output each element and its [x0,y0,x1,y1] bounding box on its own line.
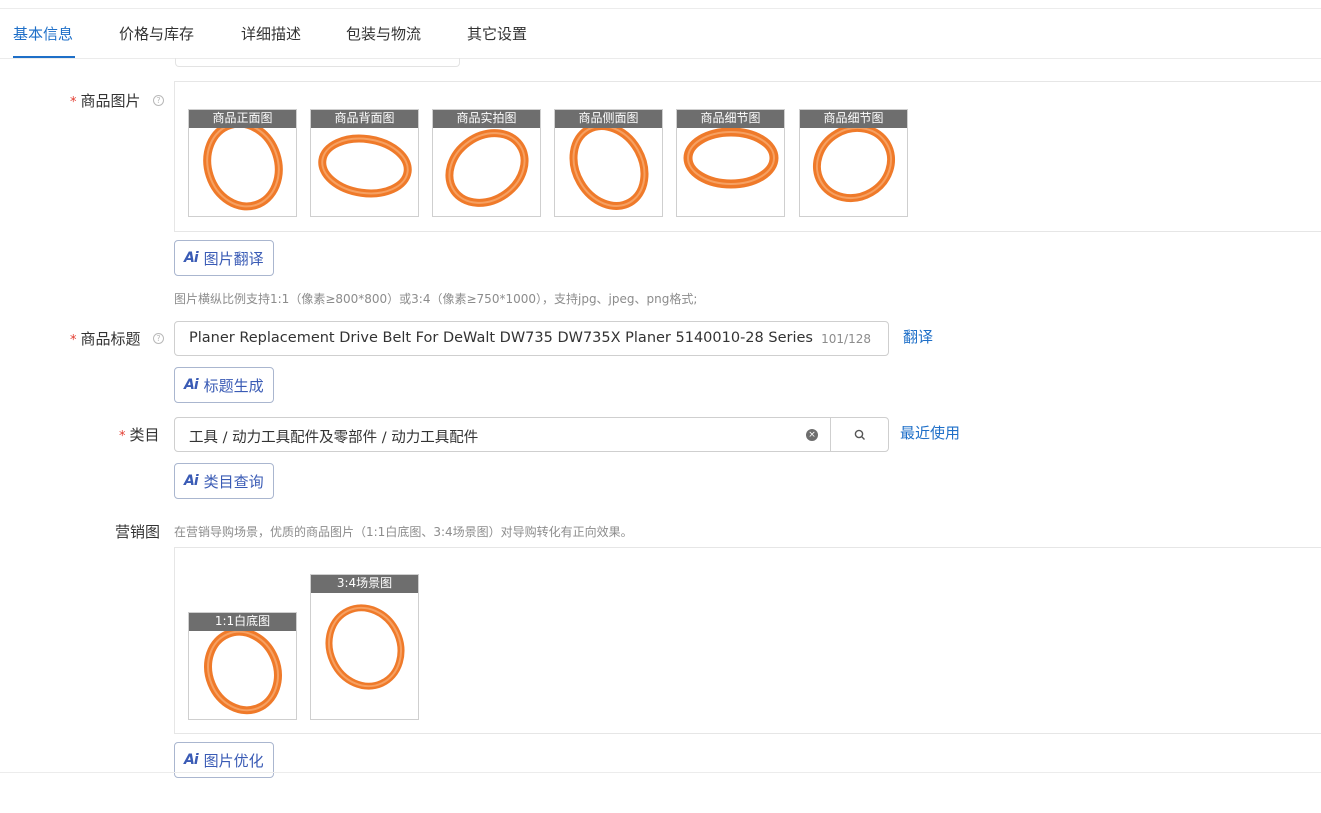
recent-used-link[interactable]: 最近使用 [900,422,960,443]
ai-icon: Ai [184,473,199,489]
thumb-label: 商品细节图 [800,110,907,128]
marketing-image-thumb[interactable]: 1:1白底图 [188,612,297,720]
required-mark: * [119,429,126,444]
product-title-value: Planer Replacement Drive Belt For DeWalt… [189,330,814,346]
thumb-label: 3:4场景图 [311,575,418,593]
category-label: * 类目 [119,424,160,445]
thumb-label: 商品实拍图 [433,110,540,128]
product-image-thumb[interactable]: 商品细节图 [799,109,908,217]
marketing-images-hint: 在营销导购场景，优质的商品图片（1:1白底图、3:4场景图）对导购转化有正向效果… [174,525,633,539]
title-generate-label: 标题生成 [203,376,264,395]
required-mark: * [70,95,77,110]
marketing-images-panel: 1:1白底图 3:4场景图 [174,547,1321,734]
thumb-label: 商品侧面图 [555,110,662,128]
clear-icon[interactable]: × [806,429,818,441]
category-label-text: 类目 [129,426,160,444]
help-icon[interactable]: ? [153,95,164,106]
image-translate-label: 图片翻译 [203,249,264,268]
tab-price-stock[interactable]: 价格与库存 [119,23,194,44]
category-search-button[interactable] [830,418,889,451]
previous-field-edge [175,58,460,67]
image-translate-button[interactable]: Ai 图片翻译 [174,240,274,276]
marketing-images-label: 营销图 [115,523,161,541]
title-char-counter: 101/128 [821,332,871,346]
ai-icon: Ai [184,377,199,393]
belt-image [325,604,405,690]
help-icon[interactable]: ? [153,333,164,344]
ai-icon: Ai [184,250,199,266]
product-image-thumb[interactable]: 商品实拍图 [432,109,541,217]
required-mark: * [70,333,77,348]
product-title-input[interactable]: Planer Replacement Drive Belt For DeWalt… [174,321,889,356]
tab-basic-info[interactable]: 基本信息 [13,23,73,44]
thumb-label: 商品背面图 [311,110,418,128]
category-value: 工具 / 动力工具配件及零部件 / 动力工具配件 [189,430,479,446]
marketing-image-thumb[interactable]: 3:4场景图 [310,574,419,720]
category-query-button[interactable]: Ai 类目查询 [174,463,274,499]
product-title-label: * 商品标题 [70,328,141,349]
product-image-thumb[interactable]: 商品细节图 [676,109,785,217]
product-image-thumb[interactable]: 商品侧面图 [554,109,663,217]
product-image-thumb[interactable]: 商品背面图 [310,109,419,217]
product-images-label-text: 商品图片 [80,92,141,110]
image-size-hint: 图片横纵比例支持1:1（像素≥800*800）或3:4（像素≥750*1000）… [174,292,698,306]
thumb-label: 商品细节图 [677,110,784,128]
translate-link[interactable]: 翻译 [903,326,933,347]
tab-description[interactable]: 详细描述 [241,23,301,44]
product-image-thumb[interactable]: 商品正面图 [188,109,297,217]
tab-bar: 基本信息 价格与库存 详细描述 包装与物流 其它设置 [0,9,1321,59]
image-optimize-label: 图片优化 [203,751,264,770]
product-title-label-text: 商品标题 [80,330,141,348]
search-icon [854,429,865,440]
tab-other-settings[interactable]: 其它设置 [467,23,527,44]
bottom-divider [0,772,1321,773]
active-tab-indicator [13,56,75,58]
product-images-label: * 商品图片 [70,90,141,111]
thumb-label: 1:1白底图 [189,613,296,631]
category-select[interactable]: 工具 / 动力工具配件及零部件 / 动力工具配件 × [174,417,889,452]
ai-icon: Ai [184,752,199,768]
thumb-label: 商品正面图 [189,110,296,128]
product-images-panel: 商品正面图 商品背面图 商品实拍图 商品侧面图 商品细节图 商品细节图 [174,81,1321,232]
category-query-label: 类目查询 [203,472,264,491]
tab-packaging-logistics[interactable]: 包装与物流 [346,23,421,44]
title-generate-button[interactable]: Ai 标题生成 [174,367,274,403]
